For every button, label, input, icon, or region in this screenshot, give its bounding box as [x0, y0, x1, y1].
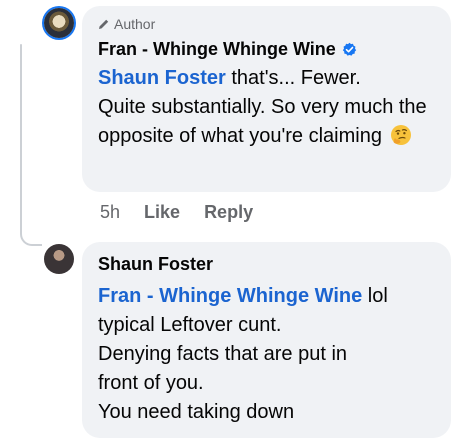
pencil-icon: [99, 19, 109, 29]
comment-author-name[interactable]: Fran - Whinge Whinge Wine: [98, 39, 357, 60]
comment-bubble: Author Fran - Whinge Whinge Wine Shaun F…: [82, 6, 451, 192]
thread-line: [20, 44, 22, 226]
avatar[interactable]: [44, 8, 74, 38]
author-name-text[interactable]: Shaun Foster: [98, 254, 213, 275]
avatar[interactable]: [44, 244, 74, 274]
comment-text-line2: typical Leftover cunt.: [98, 314, 282, 336]
comment-text-line1: lol: [362, 285, 388, 307]
comment-text-line4: front of you.: [98, 372, 204, 394]
comment-timestamp[interactable]: 5h: [100, 202, 120, 223]
comment-text: Fran - Whinge Whinge Wine lol typical Le…: [98, 282, 437, 427]
comment-text: Shaun Foster that's... Fewer. Quite subs…: [98, 64, 437, 151]
comment-text-rest: Quite substantially. So very much the op…: [98, 96, 427, 147]
comment-text-line3: Denying facts that are put in: [98, 343, 348, 365]
verified-icon: [342, 42, 356, 56]
thread-connector: [20, 222, 42, 246]
author-badge-label: Author: [114, 16, 156, 32]
comment-author-name[interactable]: Shaun Foster: [98, 254, 213, 275]
author-badge: Author: [98, 16, 155, 32]
mention-link[interactable]: Fran - Whinge Whinge Wine: [98, 285, 362, 307]
comment-text-line1: that's... Fewer.: [225, 67, 361, 89]
mention-link[interactable]: Shaun Foster: [98, 67, 226, 89]
comment-bubble: Shaun Foster Fran - Whinge Whinge Wine l…: [82, 242, 451, 438]
comment-text-line5: You need taking down: [98, 401, 295, 423]
author-name-text[interactable]: Fran - Whinge Whinge Wine: [98, 39, 336, 60]
comment-actions: 5h Like Reply: [100, 202, 253, 223]
reply-button[interactable]: Reply: [204, 202, 253, 223]
thinking-face-icon: [390, 125, 411, 145]
like-button[interactable]: Like: [144, 202, 180, 223]
